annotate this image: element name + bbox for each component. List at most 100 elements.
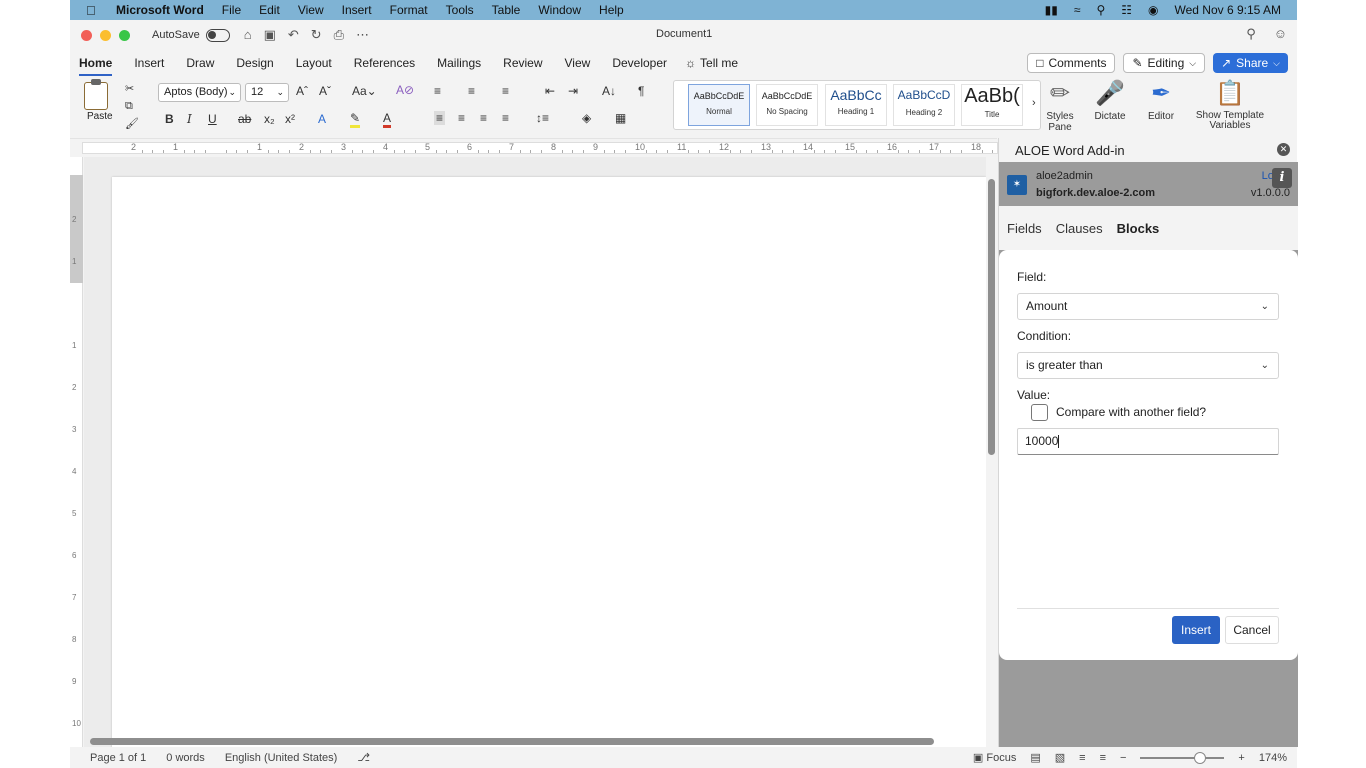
menu-file[interactable]: File [222, 3, 241, 17]
tab-developer[interactable]: Developer [606, 52, 673, 74]
condition-select[interactable]: is greater than ⌄ [1017, 352, 1279, 379]
highlight-icon[interactable]: ✎ [350, 111, 361, 128]
account-icon[interactable]: ☺ [1274, 26, 1287, 42]
editor-button[interactable]: ✒ Editor [1144, 80, 1178, 122]
menu-format[interactable]: Format [390, 3, 428, 17]
outline-view-icon[interactable]: ≡ [1079, 752, 1085, 764]
paste-icon[interactable] [84, 79, 108, 110]
font-size-dropdown[interactable]: 12 ⌄ [245, 83, 289, 102]
close-pane-icon[interactable]: ✕ [1277, 143, 1290, 156]
style-heading-2[interactable]: AaBbCcD Heading 2 [893, 84, 955, 126]
menu-view[interactable]: View [298, 3, 324, 17]
tab-design[interactable]: Design [230, 52, 279, 74]
style-no-spacing[interactable]: AaBbCcDdE No Spacing [756, 84, 818, 126]
bullets-icon[interactable]: ≡ [434, 84, 441, 98]
dictate-button[interactable]: 🎤 Dictate [1092, 80, 1128, 122]
info-icon[interactable]: i [1272, 168, 1292, 188]
save-icon[interactable]: ▣ [264, 27, 276, 43]
styles-pane-button[interactable]: ✏ Styles Pane [1042, 80, 1078, 133]
menu-edit[interactable]: Edit [259, 3, 280, 17]
compare-field-checkbox[interactable] [1031, 404, 1048, 421]
zoom-slider[interactable] [1140, 751, 1225, 764]
editing-mode-button[interactable]: ✎ Editing ⌵ [1123, 53, 1206, 73]
italic-icon[interactable]: I [187, 112, 192, 126]
zoom-level[interactable]: 174% [1259, 752, 1287, 764]
increase-font-size-icon[interactable]: Aˆ [296, 84, 308, 98]
menu-tools[interactable]: Tools [446, 3, 474, 17]
language-indicator[interactable]: English (United States) [225, 752, 338, 764]
control-center-icon[interactable]: ☷ [1121, 3, 1132, 17]
menu-help[interactable]: Help [599, 3, 624, 17]
ruler-scale[interactable]: 2 1 1 2 3 4 5 6 7 8 9 10 11 12 13 14 15 16 17 18 [82, 142, 1004, 154]
decrease-indent-icon[interactable]: ⇤ [545, 84, 555, 98]
tab-references[interactable]: References [348, 52, 421, 74]
comments-button[interactable]: □ Comments [1027, 53, 1116, 73]
tab-blocks[interactable]: Blocks [1117, 221, 1160, 236]
align-left-icon[interactable]: ≡ [434, 111, 446, 125]
undo-icon[interactable]: ↶ [288, 27, 299, 43]
tab-clauses[interactable]: Clauses [1056, 221, 1103, 236]
zoom-in-icon[interactable]: + [1238, 752, 1244, 764]
vertical-scrollbar-thumb[interactable] [988, 179, 995, 455]
shading-icon[interactable]: ◈ [582, 111, 591, 125]
font-name-dropdown[interactable]: Aptos (Body) ⌄ [158, 83, 241, 102]
sort-icon[interactable]: A↓ [602, 84, 616, 98]
tab-fields[interactable]: Fields [1007, 221, 1042, 236]
strikethrough-icon[interactable]: ab [238, 112, 251, 126]
zoom-slider-knob[interactable] [1194, 751, 1207, 764]
zoom-window-button[interactable] [119, 29, 130, 41]
text-effects-icon[interactable]: A [318, 112, 326, 126]
increase-indent-icon[interactable]: ⇥ [568, 84, 578, 98]
spotlight-search-icon[interactable]: ⚲ [1096, 3, 1105, 17]
styles-more-icon[interactable]: › [1032, 97, 1036, 109]
print-icon[interactable]: ⎙ [334, 27, 344, 43]
battery-icon[interactable]: ▮▮ [1045, 3, 1058, 17]
tab-home[interactable]: Home [73, 52, 118, 76]
tab-view[interactable]: View [559, 52, 597, 74]
tell-me-search[interactable]: ☼ Tell me [685, 56, 738, 70]
menu-table[interactable]: Table [492, 3, 521, 17]
accessibility-icon[interactable]: ⎇ [357, 751, 370, 764]
menu-app-name[interactable]: Microsoft Word [116, 3, 204, 17]
cut-icon[interactable]: ✂ [125, 82, 134, 95]
align-right-icon[interactable]: ≡ [480, 111, 487, 125]
align-center-icon[interactable]: ≡ [458, 111, 465, 125]
home-icon[interactable]: ⌂ [244, 27, 252, 43]
zoom-out-icon[interactable]: − [1120, 752, 1126, 764]
borders-icon[interactable]: ▦ [615, 111, 626, 125]
font-color-icon[interactable]: A [383, 111, 392, 128]
page-count[interactable]: Page 1 of 1 [90, 752, 146, 764]
share-button[interactable]: ↗ Share ⌵ [1213, 53, 1288, 73]
vertical-scrollbar[interactable] [988, 157, 995, 757]
subscript-icon[interactable]: x₂ [264, 112, 275, 126]
line-spacing-icon[interactable]: ↕≡ [536, 111, 549, 125]
tab-draw[interactable]: Draw [180, 52, 220, 74]
numbering-icon[interactable]: ≡ [468, 84, 475, 98]
close-window-button[interactable] [81, 29, 92, 41]
insert-button[interactable]: Insert [1172, 616, 1220, 644]
horizontal-scrollbar[interactable] [90, 738, 934, 745]
show-formatting-marks-icon[interactable]: ¶ [638, 84, 644, 98]
word-count[interactable]: 0 words [166, 752, 205, 764]
siri-icon[interactable]: ◉ [1148, 3, 1158, 17]
search-icon[interactable]: ⚲ [1246, 26, 1256, 42]
minimize-window-button[interactable] [100, 29, 111, 41]
print-layout-icon[interactable]: ▤ [1030, 751, 1040, 764]
tab-layout[interactable]: Layout [290, 52, 338, 74]
wifi-icon[interactable]: ≈ [1074, 3, 1081, 17]
style-normal[interactable]: AaBbCcDdE Normal [688, 84, 750, 126]
show-template-variables-button[interactable]: 📋 Show Template Variables [1192, 80, 1268, 131]
autosave-toggle[interactable] [205, 28, 230, 42]
tab-review[interactable]: Review [497, 52, 548, 74]
draft-view-icon[interactable]: ≡ [1100, 752, 1106, 764]
underline-icon[interactable]: U [208, 112, 217, 126]
document-page[interactable] [112, 177, 986, 747]
value-input[interactable]: 10000 [1017, 428, 1279, 455]
change-case-icon[interactable]: Aa⌄ [352, 84, 377, 98]
style-title[interactable]: AaBb( Title [961, 84, 1023, 126]
copy-icon[interactable]: ⧉ [125, 100, 133, 113]
apple-icon[interactable]:  [86, 3, 106, 18]
menu-insert[interactable]: Insert [342, 3, 372, 17]
web-layout-icon[interactable]: ▧ [1055, 751, 1065, 764]
field-select[interactable]: Amount ⌄ [1017, 293, 1279, 320]
